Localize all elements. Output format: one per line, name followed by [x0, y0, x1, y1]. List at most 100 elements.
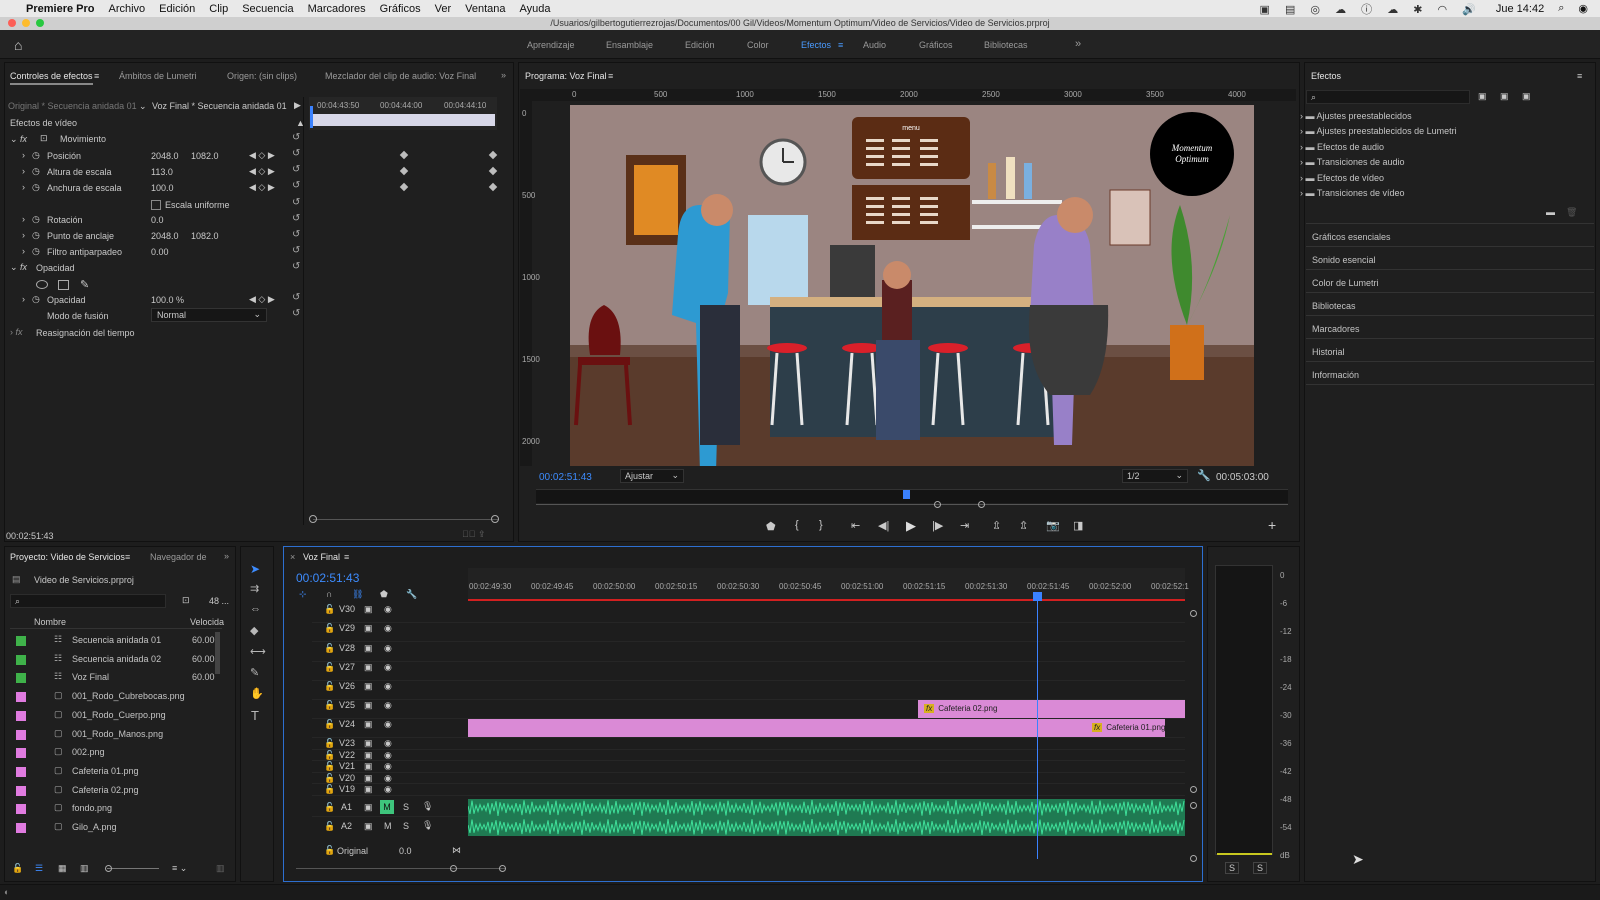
label-color-swatch[interactable] — [16, 673, 26, 684]
position-x-value[interactable]: 2048.0 — [151, 151, 179, 161]
eye-icon[interactable]: ◉ — [384, 623, 392, 634]
go-to-end-icon[interactable]: ⋈ — [452, 845, 461, 856]
stopwatch-icon[interactable]: ◷ — [32, 246, 40, 257]
label-color-swatch[interactable] — [16, 729, 26, 740]
eye-icon[interactable]: ◉ — [384, 750, 392, 761]
ripple-edit-tool-icon[interactable]: ⇔ — [250, 603, 261, 615]
reset-icon[interactable]: ↺ — [292, 197, 300, 208]
stopwatch-icon[interactable]: ◷ — [32, 150, 40, 161]
menu-edicion[interactable]: Edición — [159, 3, 195, 15]
lock-icon[interactable]: 🔓 — [324, 681, 335, 692]
lock-icon[interactable]: 🔓 — [324, 845, 335, 856]
go-to-in-button[interactable]: ⇤ — [851, 519, 860, 532]
type-tool-icon[interactable]: T — [251, 708, 259, 723]
project-item[interactable]: ▢ Cafeteria 01.png — [10, 763, 220, 781]
list-view-icon[interactable]: ☰ — [35, 863, 43, 874]
zoom-scrollbar[interactable] — [313, 519, 499, 520]
ec-playhead[interactable] — [310, 106, 313, 128]
eye-icon[interactable]: ◉ — [384, 784, 392, 795]
folder-presets[interactable]: › ▬ Ajustes preestablecidos — [1300, 111, 1412, 121]
mark-in-button[interactable]: { — [795, 519, 799, 531]
label-color-swatch[interactable] — [16, 654, 26, 665]
extract-button[interactable]: ⇬ — [1019, 519, 1028, 532]
sync-lock-icon[interactable]: ▣ — [364, 662, 373, 673]
stopwatch-icon[interactable]: ◷ — [32, 230, 40, 241]
program-zoom-bar[interactable] — [536, 504, 1288, 505]
project-search-input[interactable]: ⌕ — [10, 594, 166, 608]
timeline-timecode[interactable]: 00:02:51:43 — [296, 571, 359, 585]
lock-icon[interactable]: 🔓 — [324, 700, 335, 711]
menu-secuencia[interactable]: Secuencia — [242, 3, 293, 15]
folder-audio-transitions[interactable]: › ▬ Transiciones de audio — [1300, 157, 1405, 167]
tab-source[interactable]: Origen: (sin clips) — [227, 71, 297, 81]
new-bin-icon[interactable]: ▬ — [1546, 207, 1555, 217]
sync-lock-icon[interactable]: ▣ — [364, 643, 373, 654]
clip-cafeteria-01[interactable]: fx Cafeteria 01.png — [468, 719, 1165, 737]
tab-project[interactable]: Proyecto: Video de Servicios — [10, 552, 125, 562]
label-color-swatch[interactable] — [16, 692, 26, 703]
32bit-effects-icon[interactable]: ▣ — [1500, 91, 1509, 102]
reset-icon[interactable]: ↺ — [292, 261, 300, 272]
step-back-button[interactable]: ◀| — [878, 519, 889, 532]
mute-button[interactable]: M — [384, 821, 392, 831]
pen-mask-icon[interactable]: ✎ — [80, 278, 89, 291]
zoom-handle[interactable] — [934, 501, 941, 508]
lock-icon[interactable]: 🔓 — [324, 738, 335, 749]
col-speed[interactable]: Velocida — [190, 617, 224, 627]
anchor-y-value[interactable]: 1082.0 — [191, 231, 219, 241]
label-color-swatch[interactable] — [16, 636, 26, 646]
ellipse-mask-icon[interactable] — [36, 280, 48, 289]
tab-program[interactable]: Programa: Voz Final — [525, 71, 607, 81]
add-marker-icon[interactable]: ⬟ — [380, 589, 388, 600]
motion-transform-icon[interactable]: ⊡ — [40, 133, 48, 144]
lock-icon[interactable]: 🔓 — [324, 773, 335, 784]
panel-menu-icon[interactable]: ≡ — [344, 552, 349, 562]
chevron-down-icon[interactable]: ⌄ — [139, 101, 147, 112]
sync-lock-icon[interactable]: ▣ — [364, 604, 373, 615]
sync-lock-icon[interactable]: ▣ — [364, 700, 373, 711]
eye-icon[interactable]: ◉ — [384, 761, 392, 772]
workspace-menu-icon[interactable]: ≡ — [838, 40, 843, 50]
zoom-select[interactable]: Ajustar ⌄ — [620, 469, 684, 483]
project-item[interactable]: ▢ 002.png — [10, 744, 220, 762]
snap-icon[interactable]: ∩ — [326, 589, 332, 599]
add-button[interactable]: + — [1268, 517, 1276, 533]
section-history[interactable]: Historial — [1312, 347, 1345, 357]
reset-icon[interactable]: ↺ — [292, 213, 300, 224]
audio-clip[interactable] — [467, 799, 1185, 836]
panel-menu-icon[interactable]: ≡ — [125, 552, 130, 562]
opacity-value[interactable]: 100.0 % — [151, 295, 184, 305]
keyframe-nav-icon[interactable]: ◀ ◇ ▶ — [249, 294, 275, 305]
app-menu[interactable]: Premiere Pro — [26, 3, 94, 15]
motion-toggle-icon[interactable]: ⌄ fx — [10, 134, 27, 145]
comparison-view-icon[interactable]: ◨ — [1073, 519, 1083, 532]
eye-icon[interactable]: ◉ — [384, 643, 392, 654]
folder-audio-effects[interactable]: › ▬ Efectos de audio — [1300, 142, 1384, 152]
razor-tool-icon[interactable]: ◆ — [250, 624, 258, 637]
selection-tool-icon[interactable]: ➤ — [250, 562, 260, 576]
program-playhead[interactable] — [903, 490, 910, 499]
minimize-window-button[interactable] — [22, 19, 30, 27]
panel-menu-icon[interactable]: ≡ — [94, 71, 99, 81]
mark-out-button[interactable]: } — [819, 519, 823, 531]
lock-icon[interactable]: 🔓 — [324, 821, 335, 832]
zoom-handle[interactable] — [499, 865, 506, 872]
label-color-swatch[interactable] — [16, 785, 26, 796]
horizontal-zoom-bar[interactable] — [296, 868, 506, 869]
lock-icon[interactable]: 🔓 — [324, 662, 335, 673]
rectangle-mask-icon[interactable] — [58, 280, 69, 290]
eye-icon[interactable]: ◉ — [384, 681, 392, 692]
automate-icon[interactable]: ▥ — [216, 863, 225, 874]
step-forward-button[interactable]: |▶ — [932, 519, 943, 532]
eye-icon[interactable]: ◉ — [384, 773, 392, 784]
lock-icon[interactable]: 🔓 — [324, 719, 335, 730]
zoom-handle[interactable] — [450, 865, 457, 872]
filter-icon[interactable]: ▷⃒ ⇪ — [462, 529, 486, 540]
eye-icon[interactable]: ◉ — [384, 604, 392, 615]
panel-menu-icon[interactable]: ≡ — [1577, 71, 1582, 81]
reset-icon[interactable]: ↺ — [292, 308, 300, 319]
opacity-toggle-icon[interactable]: ⌄ fx — [10, 262, 27, 273]
close-window-button[interactable] — [8, 19, 16, 27]
zoom-handle[interactable] — [978, 501, 985, 508]
reset-icon[interactable]: ↺ — [292, 292, 300, 303]
